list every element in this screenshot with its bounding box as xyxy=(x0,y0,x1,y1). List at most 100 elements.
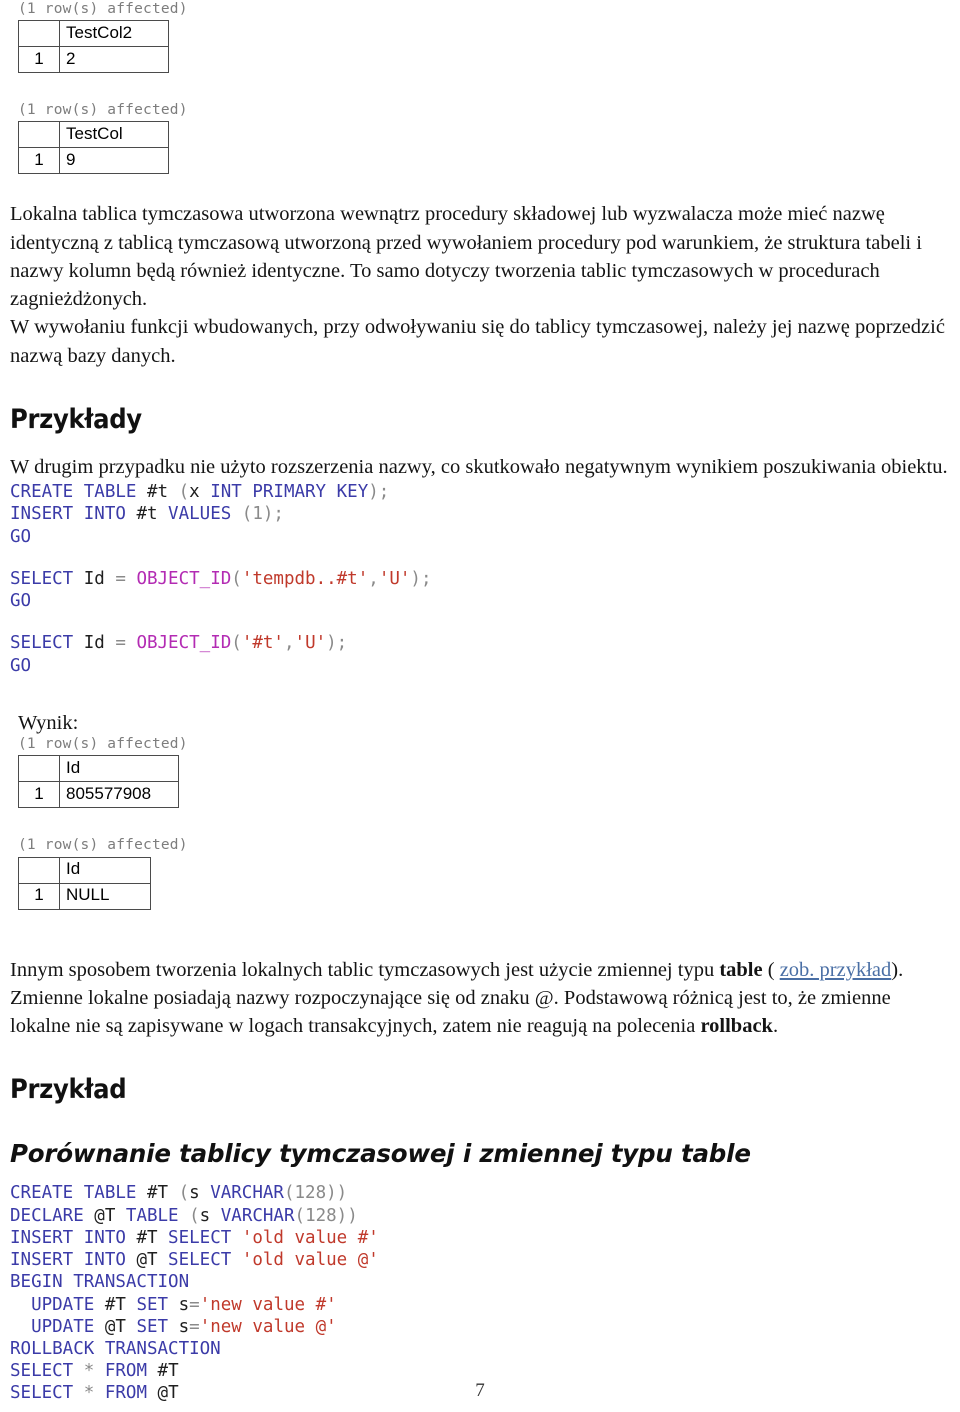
code-token: VARCHAR xyxy=(210,1183,284,1204)
code-token: ); xyxy=(262,504,284,525)
heading-example: Przykład xyxy=(10,1074,127,1106)
code-token: )) xyxy=(326,1183,348,1204)
code-token: FROM xyxy=(104,1361,158,1382)
code-token: SELECT xyxy=(10,568,84,589)
code-token: ); xyxy=(326,633,348,654)
code-token: 'U' xyxy=(294,633,327,654)
inline-bold-table: table xyxy=(719,958,763,981)
code-token: SELECT xyxy=(168,1227,242,1248)
code-block-comparison: CREATE TABLE #T (s VARCHAR(128)) DECLARE… xyxy=(10,1182,950,1404)
code-token: 'old value #' xyxy=(241,1227,379,1248)
code-block-select-short: SELECT Id = OBJECT_ID('#t','U'); GO xyxy=(10,632,950,676)
code-block-select-tempdb: SELECT Id = OBJECT_ID('tempdb..#t','U');… xyxy=(10,568,950,612)
code-token: s xyxy=(199,1205,221,1226)
code-token: OBJECT_ID xyxy=(136,568,232,589)
document-page: (1 row(s) affected) TestCol2 1 2 (1 row(… xyxy=(0,0,960,1412)
code-token: @T xyxy=(136,1250,169,1271)
code-token: @T xyxy=(104,1316,137,1337)
link-see-example[interactable]: zob. przykład xyxy=(780,959,892,981)
rows-affected-label: (1 row(s) affected) xyxy=(18,102,188,119)
result-table: Id 1 NULL xyxy=(18,856,151,910)
code-token: CREATE TABLE xyxy=(10,482,147,503)
code-token: 'U' xyxy=(378,568,411,589)
paragraph-variables-1: Innym sposobem tworzenia lokalnych tabli… xyxy=(10,956,950,984)
cell-value: 805577908 xyxy=(59,781,179,809)
column-header: Id xyxy=(59,856,151,884)
code-token: VARCHAR xyxy=(220,1205,295,1226)
code-token: , xyxy=(283,633,295,654)
code-token: Id xyxy=(83,633,116,654)
subheading-comparison: Porównanie tablicy tymczasowej i zmienne… xyxy=(10,1139,751,1169)
code-token: x xyxy=(189,482,211,503)
result-block-testcol: (1 row(s) affected) TestCol 1 9 xyxy=(10,101,950,175)
rows-affected-label: (1 row(s) affected) xyxy=(18,736,188,753)
code-token: 1 xyxy=(252,504,263,525)
text-segment: Innym sposobem tworzenia lokalnych tabli… xyxy=(10,958,720,981)
code-token: INSERT INTO xyxy=(10,504,137,525)
cell-value: 2 xyxy=(59,46,169,74)
table-row: 1 805577908 xyxy=(18,781,179,809)
result-block-testcol2: (1 row(s) affected) TestCol2 1 2 xyxy=(10,0,950,74)
column-header: TestCol xyxy=(59,121,169,149)
code-token: SET xyxy=(136,1294,179,1315)
code-token: 128 xyxy=(305,1205,337,1226)
code-token: = xyxy=(189,1316,200,1337)
text-segment: ). xyxy=(891,958,904,981)
code-token: UPDATE xyxy=(10,1294,105,1315)
row-number: 1 xyxy=(18,46,60,74)
inline-bold-rollback: rollback xyxy=(700,1015,773,1038)
row-number-header xyxy=(18,121,60,149)
code-token: #t xyxy=(146,482,169,503)
code-token: ); xyxy=(410,568,432,589)
result-table: Id 1 805577908 xyxy=(18,755,179,809)
column-header: Id xyxy=(59,755,179,783)
code-token: ( xyxy=(178,1183,190,1204)
code-token: )) xyxy=(336,1205,358,1226)
code-token: 'new value #' xyxy=(199,1294,337,1315)
row-number-header xyxy=(18,755,60,783)
result-table: TestCol 1 9 xyxy=(18,121,169,175)
code-token: ( xyxy=(294,1205,306,1226)
code-token: INT PRIMARY KEY xyxy=(210,482,369,503)
code-token: DECLARE xyxy=(10,1205,95,1226)
code-token: * xyxy=(83,1361,105,1382)
code-token: ( xyxy=(231,568,242,589)
table-row: Id xyxy=(18,856,151,884)
column-header: TestCol2 xyxy=(59,20,169,48)
code-token: ( xyxy=(168,482,190,503)
cell-value: 9 xyxy=(59,147,169,175)
code-token: GO xyxy=(10,526,32,547)
paragraph-variables-2: Zmienne lokalne posiadają nazwy rozpoczy… xyxy=(10,984,950,1041)
code-token: BEGIN TRANSACTION xyxy=(10,1272,190,1293)
code-block-create-insert: CREATE TABLE #t (x INT PRIMARY KEY); INS… xyxy=(10,481,950,548)
code-token: ( xyxy=(189,1205,200,1226)
row-number: 1 xyxy=(18,147,60,175)
code-token: , xyxy=(368,568,379,589)
code-token: s xyxy=(178,1316,190,1337)
code-token: ROLLBACK TRANSACTION xyxy=(10,1338,221,1359)
result-block-id-805577908: (1 row(s) affected) Id 1 805577908 xyxy=(10,735,950,809)
paragraph-intro-1: Lokalna tablica tymczasowa utworzona wew… xyxy=(10,203,922,311)
code-token: GO xyxy=(10,655,32,676)
code-token: UPDATE xyxy=(10,1316,105,1337)
code-token: @T xyxy=(94,1205,126,1226)
rows-affected-label: (1 row(s) affected) xyxy=(18,837,188,854)
table-row: TestCol xyxy=(18,121,169,149)
code-token: = xyxy=(115,633,137,654)
row-number-header xyxy=(18,856,60,884)
rows-affected-label: (1 row(s) affected) xyxy=(18,1,188,17)
code-token: SELECT xyxy=(10,1361,84,1382)
code-token: 'new value @' xyxy=(199,1316,337,1337)
code-token: 'old value @' xyxy=(241,1250,379,1271)
code-token: '#t' xyxy=(241,633,284,654)
code-token: ( xyxy=(231,504,253,525)
paragraph-intro-2: W wywołaniu funkcji wbudowanych, przy od… xyxy=(10,316,945,367)
code-token: SELECT xyxy=(168,1250,242,1271)
code-token: GO xyxy=(10,591,32,612)
